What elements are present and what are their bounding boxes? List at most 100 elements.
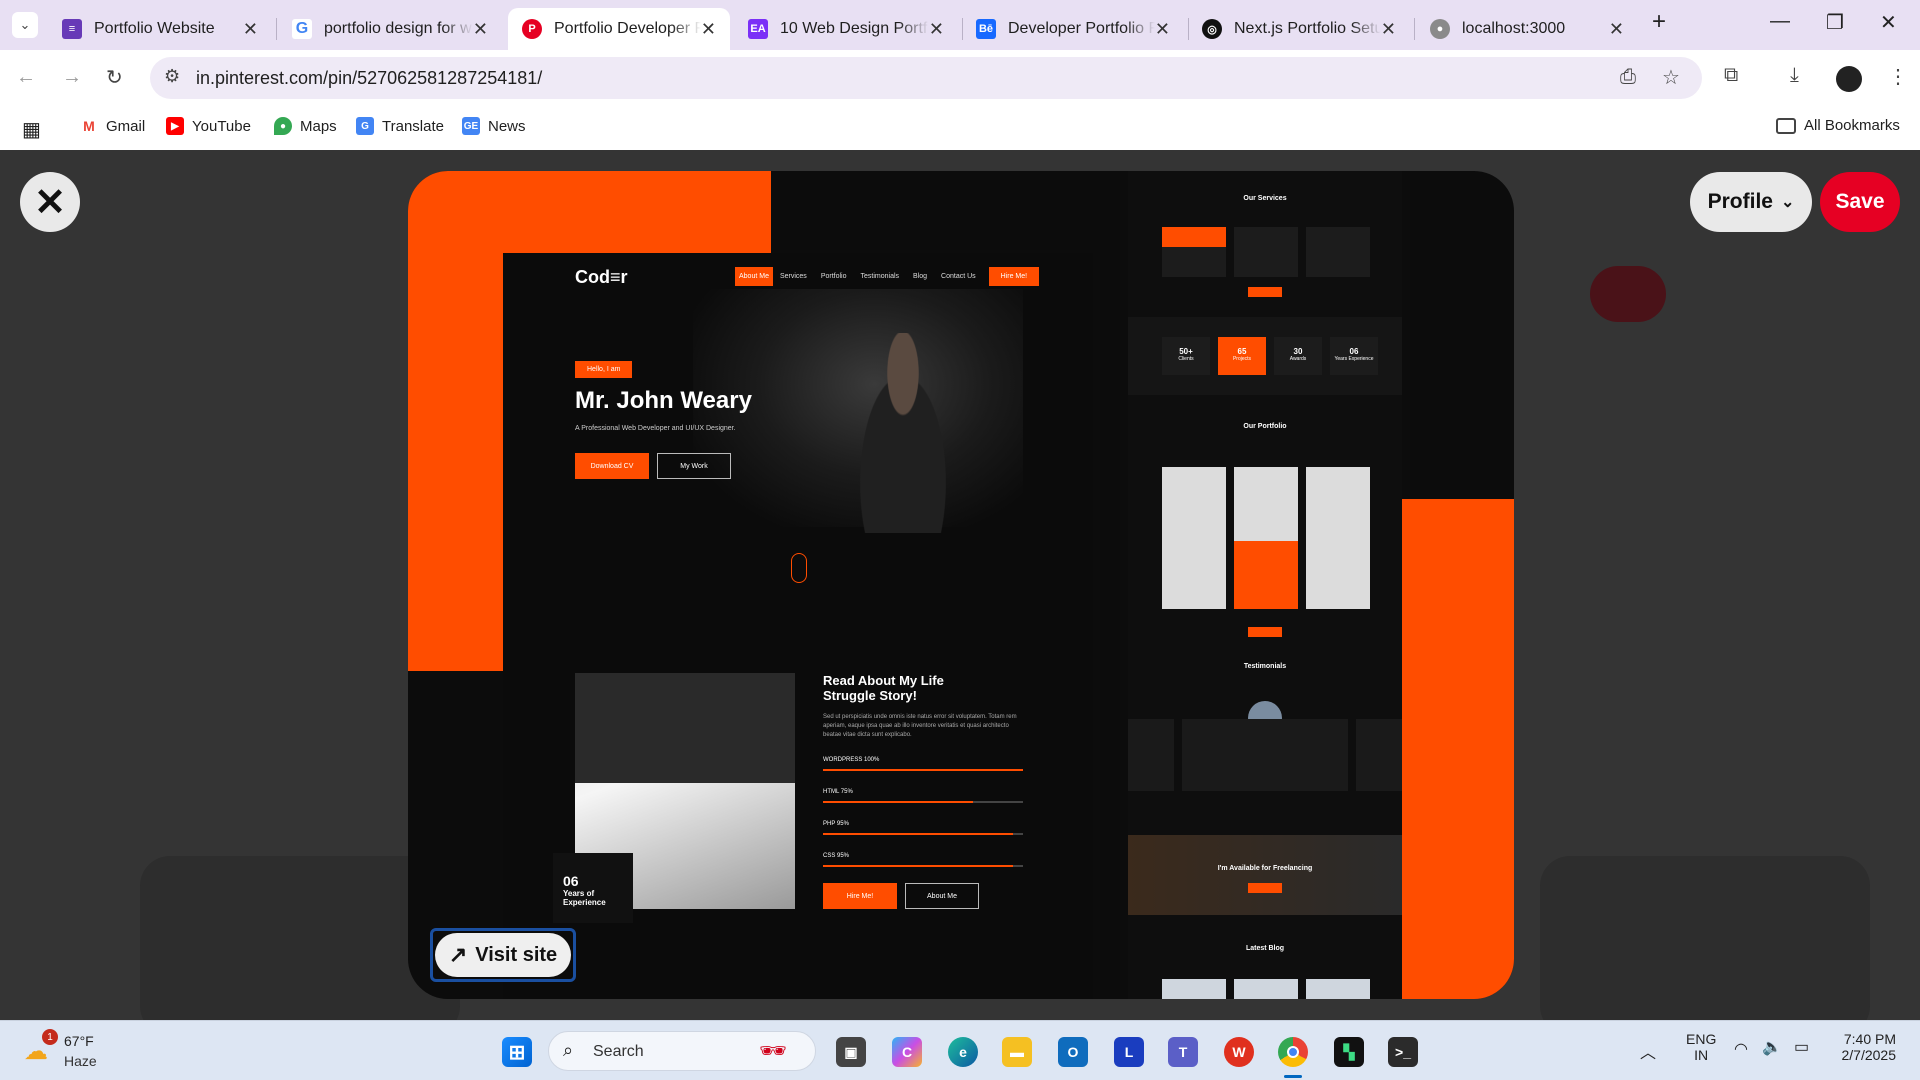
menu-icon[interactable]: ⋮ <box>1888 64 1908 89</box>
tab-pinterest[interactable]: P Portfolio Developer F ✕ <box>508 8 730 50</box>
edge-icon[interactable]: e <box>948 1037 978 1067</box>
experience-badge: 06 Years of Experience <box>553 853 633 923</box>
clock[interactable]: 7:40 PM 2/7/2025 <box>1836 1031 1897 1063</box>
skill-row: WORDPRESS 100% <box>823 757 1023 771</box>
new-tab-button[interactable]: + <box>1652 8 1666 36</box>
tab-search-button[interactable]: ⌄ <box>12 12 38 38</box>
my-work-button: My Work <box>657 453 731 479</box>
nav-item: Portfolio <box>820 273 847 280</box>
outlook-icon[interactable]: O <box>1058 1037 1088 1067</box>
tab-portfolio-website[interactable]: ≡ Portfolio Website ✕ <box>48 8 272 50</box>
site-info-icon[interactable]: ⚙ <box>164 66 180 87</box>
all-bookmarks[interactable]: All Bookmarks <box>1776 117 1900 134</box>
downloads-icon[interactable]: ⤓ <box>1790 64 1799 87</box>
l-app-icon[interactable]: L <box>1114 1037 1144 1067</box>
bookmark-maps[interactable]: ● Maps <box>274 117 337 135</box>
restore-button[interactable]: ❐ <box>1826 10 1844 35</box>
site-nav: About Me Services Portfolio Testimonials… <box>735 267 1040 286</box>
bookmark-translate[interactable]: G Translate <box>356 117 444 135</box>
terminal-green-icon[interactable]: ▚ <box>1334 1037 1364 1067</box>
nav-item: Services <box>779 273 807 280</box>
greeting-badge: Hello, I am <box>575 361 633 378</box>
bookmark-gmail[interactable]: M Gmail <box>80 117 145 135</box>
arrow-up-right-icon: ↗ <box>448 942 468 967</box>
freelance-banner: I'm Available for Freelancing <box>1128 835 1402 915</box>
stats-row: 50+ Clients 65 Projects 30 Awards 06 Years Expe… <box>1128 317 1402 395</box>
battery-icon[interactable]: ▭ <box>1794 1037 1809 1057</box>
close-window-button[interactable]: ✕ <box>1880 10 1897 35</box>
background-pin <box>1540 856 1870 1020</box>
url-text[interactable]: in.pinterest.com/pin/527062581287254181/ <box>196 68 542 89</box>
language-indicator[interactable]: ENG IN <box>1686 1031 1716 1063</box>
weather-widget[interactable]: ☁ 1 67°F Haze <box>20 1029 140 1073</box>
tab-nextjs[interactable]: ◎ Next.js Portfolio Setu ✕ <box>1188 8 1410 50</box>
close-tab-icon[interactable]: ✕ <box>243 19 258 40</box>
close-tab-icon[interactable]: ✕ <box>1381 19 1396 40</box>
minimize-button[interactable]: — <box>1770 10 1790 33</box>
apps-icon[interactable]: ▦ <box>22 117 41 142</box>
visit-site-focus-ring: ↗ Visit site <box>430 928 576 982</box>
file-explorer-icon[interactable]: ▬ <box>1002 1037 1032 1067</box>
wps-icon[interactable]: W <box>1224 1037 1254 1067</box>
bookmark-youtube[interactable]: ▶ YouTube <box>166 117 251 135</box>
weather-temp: 67°F <box>64 1033 94 1049</box>
clock-date: 2/7/2025 <box>1841 1047 1897 1063</box>
tab-localhost[interactable]: ● localhost:3000 ✕ <box>1416 8 1638 50</box>
tray-overflow-icon[interactable]: ︿ <box>1640 1039 1656 1063</box>
stat-label: Clients <box>1178 356 1194 362</box>
copilot-icon[interactable]: C <box>892 1037 922 1067</box>
story-title: Read About My Life Struggle Story! <box>823 673 944 703</box>
skill-bar <box>823 865 1023 867</box>
chrome-active-indicator <box>1284 1075 1302 1078</box>
close-tab-icon[interactable]: ✕ <box>473 19 488 40</box>
back-icon[interactable]: ← <box>16 66 36 89</box>
stats-list: 50+ Clients 65 Projects 30 Awards 06 Years Expe… <box>1162 337 1378 375</box>
tab-divider <box>1414 18 1415 40</box>
tab-title: localhost:3000 <box>1462 20 1566 37</box>
tab-web-design[interactable]: EA 10 Web Design Portf ✕ <box>734 8 958 50</box>
pinterest-icon: P <box>522 19 542 39</box>
chrome-icon[interactable] <box>1278 1037 1308 1067</box>
bookmark-news[interactable]: GE News <box>462 117 526 135</box>
close-tab-icon[interactable]: ✕ <box>929 19 944 40</box>
hero-tagline: A Professional Web Developer and UI/UX D… <box>575 425 736 432</box>
start-windows-icon[interactable]: ⊞ <box>502 1037 532 1067</box>
skills-list: WORDPRESS 100% HTML 75% PHP 95% CSS 95% <box>823 757 1023 885</box>
browser-toolbar: ← → ↻ ⚙ in.pinterest.com/pin/52706258128… <box>0 50 1920 107</box>
close-icon: ✕ <box>34 181 66 224</box>
pin-image[interactable]: Cod≡r About Me Services Portfolio Testim… <box>408 171 1514 999</box>
close-tab-icon[interactable]: ✕ <box>1609 19 1624 40</box>
maps-pin-icon: ● <box>274 117 292 135</box>
close-tab-icon[interactable]: ✕ <box>701 19 716 40</box>
wifi-icon[interactable]: ◠ <box>1734 1039 1748 1059</box>
portrait-figure <box>843 333 963 533</box>
skill-row: CSS 95% <box>823 853 1023 867</box>
profile-avatar[interactable] <box>1836 66 1862 92</box>
nav-item: Testimonials <box>860 273 900 280</box>
globe-icon: ● <box>1430 19 1450 39</box>
profile-dropdown-button[interactable]: Profile ⌄ <box>1690 172 1812 232</box>
windows-taskbar: ☁ 1 67°F Haze ⊞ ⌕ Search 🕶 ▣ C e ▬ O L T… <box>0 1020 1920 1080</box>
visit-site-button[interactable]: ↗ Visit site <box>435 933 571 977</box>
tab-portfolio-design[interactable]: G portfolio design for w ✕ <box>278 8 502 50</box>
reload-icon[interactable]: ↻ <box>106 65 123 90</box>
terminal-icon[interactable]: >_ <box>1388 1037 1418 1067</box>
translate-icon: G <box>356 117 374 135</box>
bookmark-star-icon[interactable]: ☆ <box>1662 65 1680 90</box>
install-app-icon[interactable]: ⎙ <box>1620 66 1636 89</box>
address-bar[interactable]: ⚙ in.pinterest.com/pin/52706258128725418… <box>150 57 1702 99</box>
close-button[interactable]: ✕ <box>20 172 80 232</box>
volume-icon[interactable]: 🔈 <box>1762 1037 1782 1057</box>
hire-nav-button: Hire Me! <box>988 267 1040 286</box>
task-view-icon[interactable]: ▣ <box>836 1037 866 1067</box>
all-bookmarks-label: All Bookmarks <box>1804 117 1900 134</box>
teams-icon[interactable]: T <box>1168 1037 1198 1067</box>
taskbar-search[interactable]: ⌕ Search 🕶 <box>548 1031 816 1071</box>
tab-behance[interactable]: Bē Developer Portfolio F ✕ <box>962 8 1184 50</box>
extensions-icon[interactable]: ⧉ <box>1724 64 1738 87</box>
close-tab-icon[interactable]: ✕ <box>1155 19 1170 40</box>
forward-icon[interactable]: → <box>62 66 82 89</box>
stat-value: 30 <box>1293 347 1303 356</box>
save-button[interactable]: Save <box>1820 172 1900 232</box>
monitor-shape <box>575 673 795 783</box>
